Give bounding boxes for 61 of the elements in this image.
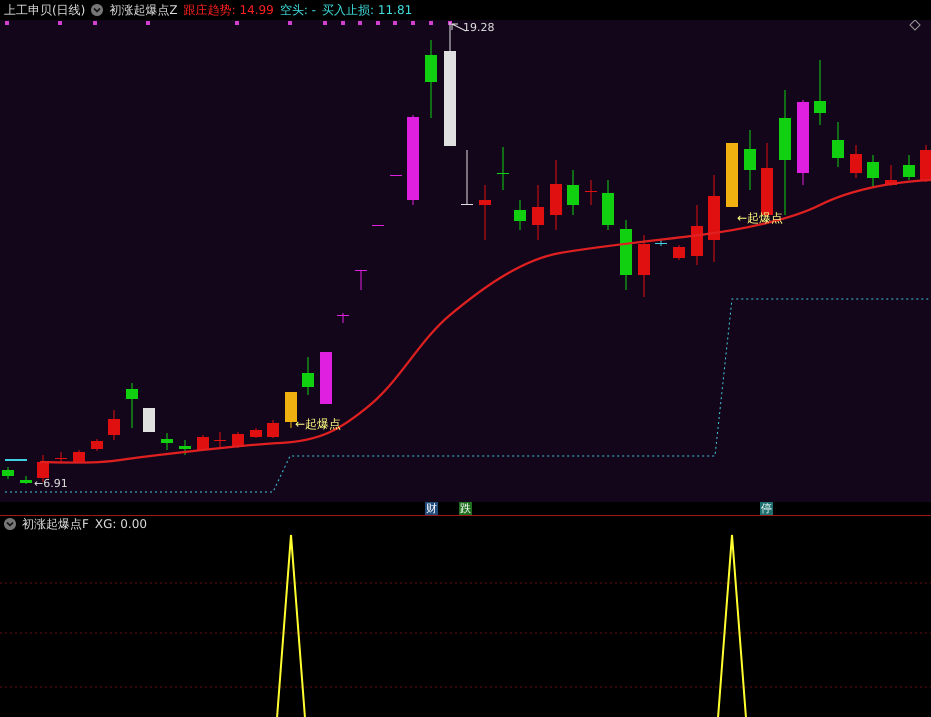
event-marker: 财 [425, 502, 438, 515]
candlestick [197, 434, 209, 452]
event-marker: 跌 [459, 502, 472, 515]
candlestick [850, 144, 862, 178]
candlestick [355, 270, 367, 290]
dropdown-icon[interactable] [91, 4, 104, 16]
candlestick [302, 356, 314, 396]
indicator-name: 初涨起爆点F [22, 516, 89, 532]
signal-label: ←起爆点 [295, 416, 342, 433]
candlestick [673, 244, 685, 260]
indicator-reading: XG: 0.00 [94, 517, 148, 531]
candlestick [143, 408, 155, 432]
candlestick [285, 392, 297, 428]
candlestick [832, 122, 844, 168]
candlestick [250, 428, 262, 438]
candlestick [55, 452, 67, 462]
chart-title: 上工申贝(日线) [4, 2, 86, 18]
candlestick [461, 150, 473, 206]
candlestick [161, 432, 173, 450]
candlestick [920, 144, 931, 182]
candlestick [903, 154, 915, 180]
candlestick [267, 420, 279, 438]
candlestick [514, 200, 526, 230]
candlestick [567, 170, 579, 216]
candlestick [91, 438, 103, 452]
candlestick [532, 184, 544, 240]
candlestick [602, 180, 614, 230]
price-label: 19.28 [463, 21, 494, 34]
candlestick [320, 352, 332, 404]
dropdown-icon[interactable] [4, 518, 16, 530]
candlestick [479, 184, 491, 240]
candlestick [179, 440, 191, 456]
indicator-name: 初涨起爆点Z [109, 2, 178, 18]
candlestick [867, 154, 879, 188]
candlestick [126, 382, 138, 428]
indicator-reading: 跟庄趋势: 14.99 [184, 2, 274, 18]
candlestick [337, 312, 349, 324]
candlestick [726, 142, 738, 208]
indicator-segment [5, 459, 27, 461]
candlestick [655, 240, 667, 246]
candlestick [372, 224, 384, 226]
candlestick [390, 174, 402, 176]
indicator-reading: 买入止损: 11.81 [322, 2, 412, 18]
candlestick [691, 204, 703, 266]
price-label: ←6.91 [34, 477, 68, 490]
candlestick [108, 410, 120, 440]
candlestick [885, 164, 897, 186]
candlestick [73, 450, 85, 464]
candlestick [2, 466, 14, 480]
candlestick [814, 60, 826, 126]
candlestick [638, 234, 650, 298]
candlestick [550, 160, 562, 230]
diamond-icon[interactable] [909, 20, 921, 31]
candlestick [620, 220, 632, 290]
candlestick [20, 476, 32, 484]
event-marker: 停 [760, 502, 773, 515]
indicator-reading: 空头: - [280, 2, 316, 18]
candlestick [585, 180, 597, 206]
candlestick [744, 130, 756, 190]
candlestick [497, 146, 509, 190]
candlestick [214, 432, 226, 448]
